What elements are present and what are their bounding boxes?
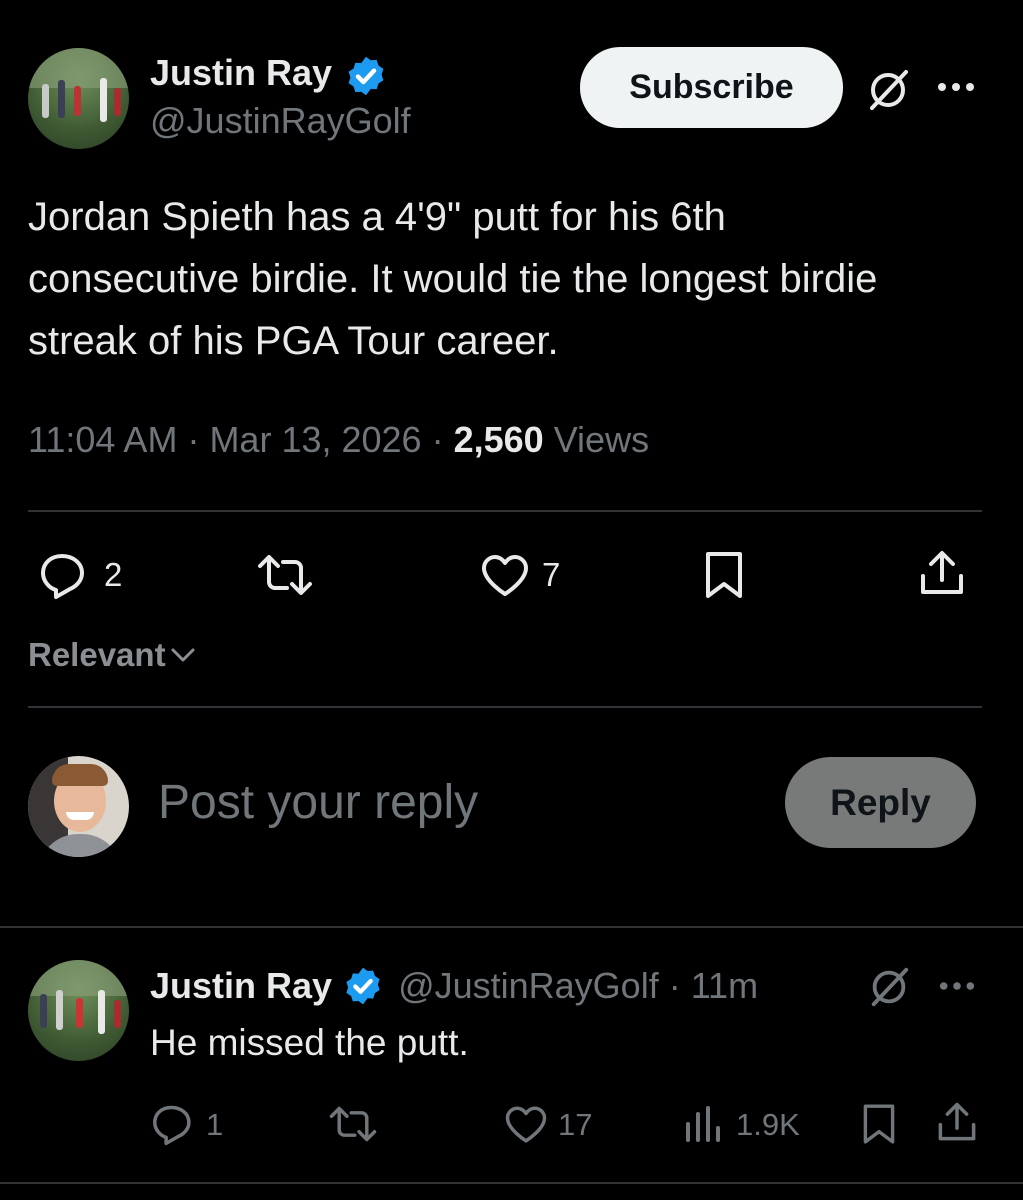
like-count: 7 bbox=[542, 556, 561, 593]
subscribe-button[interactable]: Subscribe bbox=[580, 47, 843, 128]
more-options-icon[interactable] bbox=[938, 979, 976, 993]
verified-badge-icon bbox=[344, 54, 388, 98]
reply-input[interactable]: Post your reply bbox=[158, 774, 478, 832]
verified-badge-icon bbox=[342, 965, 384, 1007]
reply-age[interactable]: 11m bbox=[691, 964, 758, 1008]
bookmark-icon[interactable] bbox=[862, 1102, 896, 1146]
views-icon[interactable] bbox=[684, 1106, 724, 1142]
views-label: Views bbox=[553, 419, 650, 460]
reply-author-name[interactable]: Justin Ray bbox=[150, 964, 332, 1008]
reply-author-handle[interactable]: @JustinRayGolf bbox=[398, 964, 659, 1008]
views-count: 2,560 bbox=[453, 419, 544, 460]
current-user-avatar[interactable] bbox=[28, 756, 129, 857]
post-meta: 11:04 AM · Mar 13, 2026 · 2,560 Views bbox=[28, 419, 650, 460]
grok-icon[interactable] bbox=[864, 66, 912, 114]
like-icon[interactable] bbox=[504, 1105, 548, 1145]
reply-text: He missed the putt. bbox=[150, 1022, 469, 1063]
like-icon[interactable] bbox=[480, 554, 530, 598]
divider bbox=[0, 1182, 1023, 1184]
bookmark-icon[interactable] bbox=[704, 550, 744, 600]
reply-icon[interactable] bbox=[152, 1104, 196, 1146]
author-name[interactable]: Justin Ray bbox=[150, 52, 332, 94]
grok-icon[interactable] bbox=[866, 964, 912, 1010]
sort-dropdown[interactable]: Relevant bbox=[28, 634, 198, 676]
post-text: Jordan Spieth has a 4'9" putt for his 6t… bbox=[28, 195, 878, 363]
views-count: 1.9K bbox=[736, 1107, 800, 1142]
more-options-icon[interactable] bbox=[936, 80, 976, 94]
like-count: 17 bbox=[558, 1107, 593, 1142]
share-icon[interactable] bbox=[918, 548, 966, 598]
reply-icon[interactable] bbox=[40, 552, 90, 600]
reply-header: Justin Ray @JustinRayGolf · 11m bbox=[150, 964, 759, 1008]
divider bbox=[0, 926, 1023, 928]
reply-count: 1 bbox=[206, 1107, 224, 1142]
post-date: Mar 13, 2026 bbox=[209, 419, 422, 460]
post-time: 11:04 AM bbox=[28, 419, 178, 460]
author-handle[interactable]: @JustinRayGolf bbox=[150, 100, 411, 142]
reply-count: 2 bbox=[104, 556, 123, 593]
divider bbox=[28, 706, 982, 708]
sort-label: Relevant bbox=[28, 636, 166, 673]
repost-icon[interactable] bbox=[256, 552, 314, 598]
reply-author-avatar[interactable] bbox=[28, 960, 129, 1061]
author-avatar[interactable] bbox=[28, 48, 129, 149]
repost-icon[interactable] bbox=[328, 1104, 378, 1144]
chevron-down-icon bbox=[168, 640, 198, 670]
divider bbox=[28, 510, 982, 512]
reply-button[interactable]: Reply bbox=[785, 757, 976, 848]
share-icon[interactable] bbox=[936, 1100, 978, 1144]
